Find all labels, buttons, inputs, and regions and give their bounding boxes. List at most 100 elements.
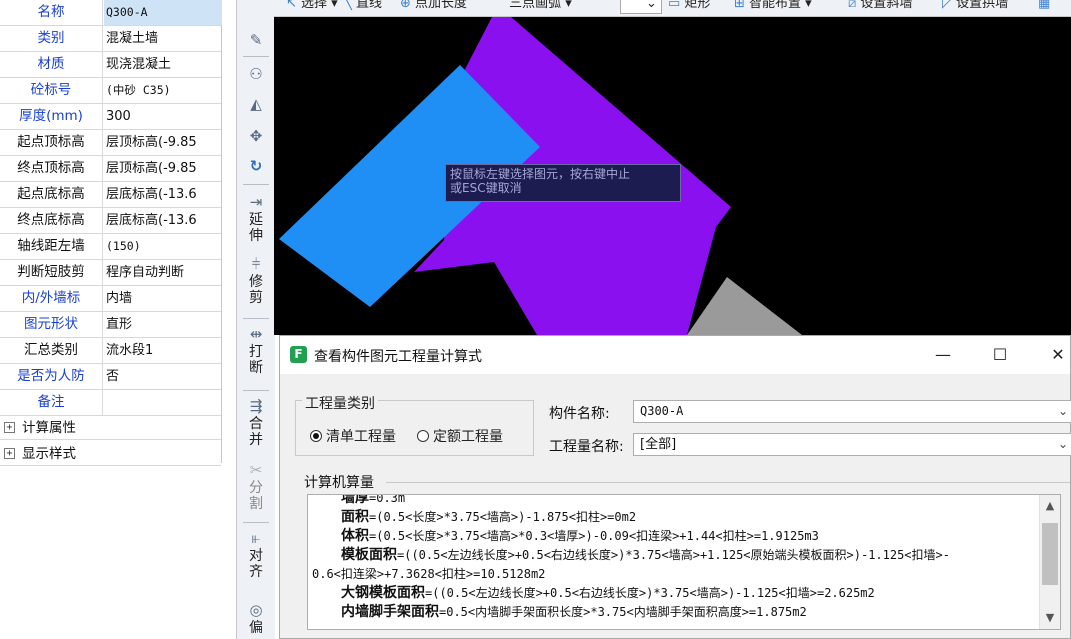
- smart-layout-button[interactable]: ⊞ 智能布置 ▾: [734, 0, 812, 12]
- more-tools-button[interactable]: ▦: [1038, 0, 1050, 12]
- property-value[interactable]: 否: [104, 364, 222, 389]
- scroll-down-icon[interactable]: ▼: [1040, 609, 1060, 627]
- property-row[interactable]: 轴线距左墙 (150): [0, 234, 221, 260]
- property-value[interactable]: 层顶标高(-9.85: [104, 156, 222, 181]
- offset-button[interactable]: ◎ 偏: [237, 600, 275, 636]
- property-value[interactable]: [104, 390, 222, 415]
- copy-button[interactable]: ⚇: [237, 64, 275, 84]
- property-row[interactable]: 厚度(mm) 300: [0, 104, 221, 130]
- scrollbar-thumb[interactable]: [1042, 523, 1058, 585]
- property-row[interactable]: 判断短肢剪 程序自动判断: [0, 260, 221, 286]
- property-name: 类别: [0, 26, 103, 51]
- property-name: 备注: [0, 390, 103, 415]
- formula-line: 模板面积=((0.5<左边线长度>+0.5<右边线长度>)*3.75<墙高>+1…: [312, 546, 1038, 565]
- mirror-button[interactable]: ◭: [237, 94, 275, 114]
- property-value[interactable]: 直形: [104, 312, 222, 337]
- quantity-name-select[interactable]: [全部] ⌄: [633, 433, 1071, 456]
- property-row[interactable]: 图元形状 直形: [0, 312, 221, 338]
- property-row[interactable]: 汇总类别 流水段1: [0, 338, 221, 364]
- property-value[interactable]: 程序自动判断: [104, 260, 222, 285]
- rotate-button[interactable]: ↻: [237, 156, 275, 176]
- trim-button[interactable]: ⫩ 修剪: [237, 254, 275, 306]
- arc-button[interactable]: ⌒ 三点画弧 ▾: [492, 0, 572, 12]
- property-row[interactable]: 材质 现浇混凝土: [0, 52, 221, 78]
- property-row[interactable]: 砼标号 (中砂 C35): [0, 78, 221, 104]
- point-length-button[interactable]: ⊕ 点加长度: [400, 0, 467, 12]
- formula-line: 体积=(0.5<长度>*3.75<墙高>*0.3<墙厚>)-0.09<扣连梁>+…: [312, 527, 1038, 546]
- radio-checked-icon: [310, 430, 322, 442]
- toolbar-divider: [243, 522, 269, 523]
- maximize-button[interactable]: ☐: [985, 342, 1015, 368]
- formula-expression: =(0.5<长度>*3.75<墙高>)-1.875<扣柱>=0m2: [369, 510, 637, 524]
- property-name: 材质: [0, 52, 103, 77]
- property-group-row[interactable]: + 计算属性: [0, 416, 221, 440]
- expand-plus-icon[interactable]: +: [4, 448, 15, 459]
- property-value[interactable]: 层顶标高(-9.85: [104, 130, 222, 155]
- property-group-row[interactable]: + 显示样式: [0, 442, 221, 466]
- property-value[interactable]: 内墙: [104, 286, 222, 311]
- property-value[interactable]: 流水段1: [104, 338, 222, 363]
- formula-title: 内墙脚手架面积: [341, 604, 439, 620]
- property-row[interactable]: 起点底标高 层底标高(-13.6: [0, 182, 221, 208]
- select-button[interactable]: ↖ 选择 ▾: [286, 0, 338, 12]
- property-value[interactable]: 层底标高(-13.6: [104, 208, 222, 233]
- property-name: 终点底标高: [0, 208, 103, 233]
- property-row[interactable]: 名称 Q300-A: [0, 0, 222, 26]
- property-value[interactable]: 层底标高(-13.6: [104, 182, 222, 207]
- property-value[interactable]: (150): [104, 234, 222, 259]
- extend-icon: ⇥: [249, 193, 263, 211]
- toolbar-divider: [243, 390, 269, 391]
- property-value[interactable]: 现浇混凝土: [104, 52, 222, 77]
- minimize-button[interactable]: —: [928, 342, 958, 368]
- formula-expression: =((0.5<左边线长度>+0.5<右边线长度>)*3.75<墙高>+1.125…: [397, 548, 950, 562]
- property-row[interactable]: 类别 混凝土墙: [0, 26, 221, 52]
- rect-button[interactable]: ▭ 矩形: [668, 0, 710, 12]
- component-name-select[interactable]: Q300-A ⌄: [633, 400, 1071, 423]
- set-arch-wall-label: 设置拱墙: [956, 0, 1009, 11]
- property-row[interactable]: 终点顶标高 层顶标高(-9.85: [0, 156, 221, 182]
- property-row[interactable]: 是否为人防否: [0, 364, 221, 390]
- quantity-type-label: 工程量类别: [302, 393, 378, 413]
- expand-plus-icon[interactable]: +: [4, 422, 15, 433]
- radio-list-quantity[interactable]: 清单工程量: [310, 426, 396, 446]
- property-value[interactable]: Q300-A: [104, 0, 222, 25]
- property-row[interactable]: 终点底标高 层底标高(-13.6: [0, 208, 221, 234]
- property-row[interactable]: 起点顶标高 层顶标高(-9.85: [0, 130, 221, 156]
- brush-icon: ✎: [249, 31, 263, 49]
- property-name: 轴线距左墙: [0, 234, 103, 259]
- property-name: 起点底标高: [0, 182, 103, 207]
- move-icon: ✥: [249, 127, 263, 145]
- align-button[interactable]: ⫦ 对齐: [237, 528, 275, 580]
- rotate-icon: ↻: [249, 157, 263, 175]
- line-button[interactable]: ╲ 直线: [344, 0, 382, 12]
- wall-element-gray[interactable]: [687, 277, 802, 335]
- drawing-canvas[interactable]: 按鼠标左键选择图元，按右键中止 或ESC键取消: [274, 17, 1071, 335]
- property-row[interactable]: 内/外墙标 内墙: [0, 286, 221, 312]
- formula-scrollbar[interactable]: ▲ ▼: [1039, 495, 1060, 629]
- move-button[interactable]: ✥: [237, 126, 275, 146]
- property-row[interactable]: 备注: [0, 390, 221, 416]
- merge-button[interactable]: ⇶ 合并: [237, 396, 275, 448]
- split-button[interactable]: ✂ 分割: [237, 460, 275, 512]
- close-button[interactable]: ✕: [1043, 342, 1071, 368]
- split-label: 分割: [249, 480, 263, 512]
- arc-label: 三点画弧: [509, 0, 562, 11]
- formula-line: 墙厚=0.3m: [312, 495, 1038, 508]
- extend-label: 延伸: [249, 212, 263, 244]
- extend-button[interactable]: ⇥ 延伸: [237, 192, 275, 244]
- property-value[interactable]: (中砂 C35): [104, 78, 222, 103]
- chevron-down-icon: ⌄: [1057, 437, 1068, 451]
- scroll-up-icon[interactable]: ▲: [1040, 497, 1060, 515]
- dialog-titlebar[interactable]: F 查看构件图元工程量计算式 — ☐ ✕: [280, 336, 1070, 374]
- radio-quota-quantity[interactable]: 定额工程量: [417, 426, 503, 446]
- tooltip-line-1: 按鼠标左键选择图元，按右键中止: [450, 167, 631, 181]
- break-button[interactable]: ⇹ 打断: [237, 324, 275, 376]
- formula-textbox[interactable]: 墙厚=0.3m 面积=(0.5<长度>*3.75<墙高>)-1.875<扣柱>=0…: [307, 494, 1061, 630]
- arc-mode-dropdown[interactable]: ⌄: [646, 0, 657, 12]
- brush-button[interactable]: ✎: [237, 30, 275, 50]
- split-icon: ✂: [249, 461, 263, 479]
- set-slope-wall-button[interactable]: ⧄ 设置斜墙: [848, 0, 912, 12]
- property-value[interactable]: 混凝土墙: [104, 26, 222, 51]
- set-arch-wall-button[interactable]: ◸ 设置拱墙: [942, 0, 1008, 12]
- property-value[interactable]: 300: [104, 104, 222, 129]
